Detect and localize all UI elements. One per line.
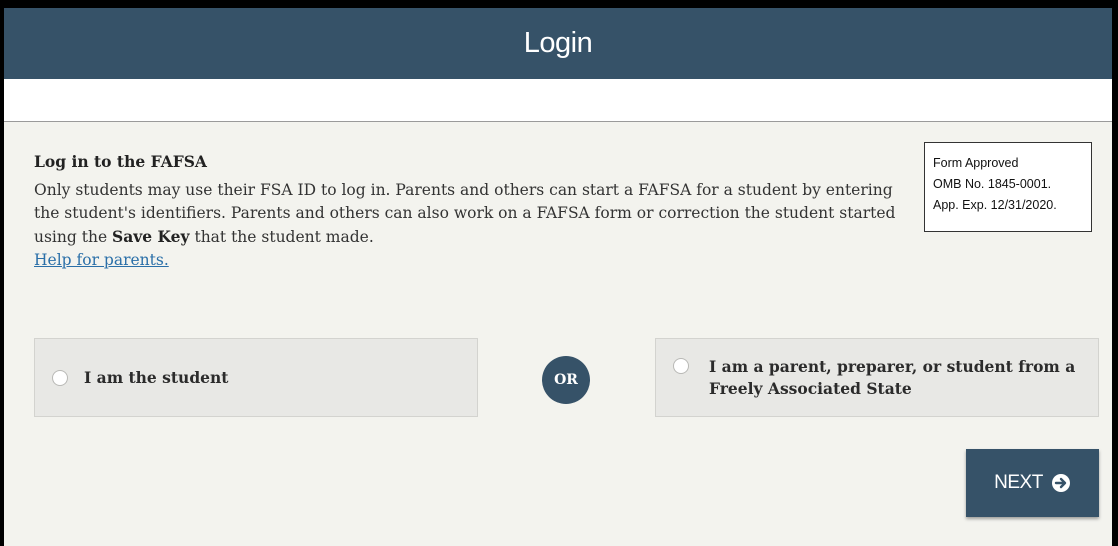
omb-line-2: OMB No. 1845-0001. [933, 177, 1052, 191]
option-student[interactable]: I am the student [34, 338, 478, 417]
header-spacer [4, 79, 1112, 122]
parent-option-label: I am a parent, preparer, or student from… [709, 357, 1076, 398]
intro-title: Log in to the FAFSA [34, 152, 207, 171]
student-radio[interactable] [52, 369, 68, 386]
next-button[interactable]: NEXT [966, 449, 1099, 517]
omb-approval-box: Form Approved OMB No. 1845-0001. App. Ex… [924, 142, 1092, 232]
intro-text-part2: that the student made. [189, 228, 374, 246]
arrow-right-circle-icon [1051, 473, 1071, 493]
login-window: Login Log in to the FAFSA Only students … [0, 0, 1118, 546]
omb-line-3: App. Exp. 12/31/2020. [933, 198, 1057, 212]
or-badge: OR [542, 356, 590, 404]
student-option-label: I am the student [84, 368, 229, 387]
omb-line-1: Form Approved [933, 156, 1019, 170]
save-key-emphasis: Save Key [112, 227, 190, 246]
option-parent-preparer[interactable]: I am a parent, preparer, or student from… [655, 338, 1099, 417]
page-title: Login [523, 27, 593, 59]
intro-text: Only students may use their FSA ID to lo… [34, 179, 904, 272]
login-panel: Log in to the FAFSA Only students may us… [4, 122, 1112, 546]
page-header: Login [4, 8, 1112, 79]
next-button-label: NEXT [994, 472, 1043, 493]
parent-radio[interactable] [673, 358, 689, 374]
help-for-parents-link[interactable]: Help for parents. [34, 251, 169, 269]
